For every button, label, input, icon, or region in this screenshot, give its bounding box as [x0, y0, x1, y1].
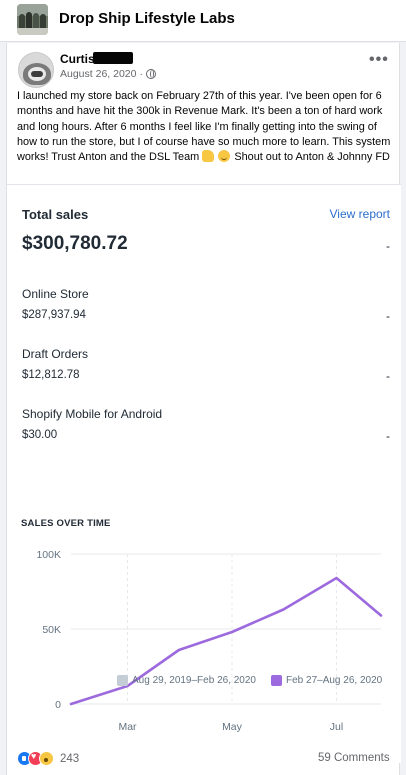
channel-value-shopify-mobile: $30.00 [22, 429, 58, 441]
group-header: Drop Ship Lifestyle Labs [0, 0, 406, 42]
post-card: Curtis August 26, 2020 · ••• I launched … [6, 43, 401, 775]
legend-item-current-period[interactable]: Feb 27–Aug 26, 2020 [271, 675, 382, 686]
legend-label-current: Feb 27–Aug 26, 2020 [286, 675, 383, 686]
total-sales-title: Total sales [22, 207, 89, 222]
channel-label-online-store: Online Store [22, 287, 89, 301]
author-name[interactable]: Curtis [60, 52, 95, 66]
wow-reaction-icon [39, 751, 54, 766]
group-name[interactable]: Drop Ship Lifestyle Labs [59, 10, 235, 27]
chart-legend: Aug 29, 2019–Feb 26, 2020 Feb 27–Aug 26,… [0, 675, 406, 689]
comments-count-link[interactable]: 59 Comments [318, 752, 390, 764]
channel-label-draft-orders: Draft Orders [22, 347, 89, 361]
sales-over-time-chart: 100K 50K 0 Mar May Jul [36, 549, 383, 733]
channel-value-draft-orders: $12,812.78 [22, 369, 80, 381]
post-date[interactable]: August 26, 2020 [60, 68, 136, 80]
channel-change-shopify-mobile: - [386, 429, 390, 443]
view-report-link[interactable]: View report [330, 207, 390, 221]
reaction-count: 243 [60, 752, 80, 765]
post-meta: August 26, 2020 · [60, 68, 156, 80]
reactions-summary[interactable]: 243 [17, 751, 79, 766]
author-avatar[interactable] [18, 52, 54, 88]
channel-label-shopify-mobile: Shopify Mobile for Android [22, 407, 163, 421]
channel-change-draft-orders: - [386, 369, 390, 383]
x-tick-label: May [222, 721, 243, 733]
post-body-tail: Shout out to Anton & Johnny FD [234, 151, 390, 164]
group-cover-thumbnail[interactable] [17, 4, 48, 35]
total-sales-amount: $300,780.72 [22, 233, 128, 254]
more-options-icon[interactable]: ••• [369, 52, 389, 68]
y-tick-label: 50K [42, 624, 61, 636]
total-change-indicator: - [386, 239, 390, 253]
legend-swatch-current [271, 675, 282, 686]
thumbs-up-emoji-icon [202, 150, 215, 163]
public-globe-icon [145, 69, 156, 79]
legend-label-previous: Aug 29, 2019–Feb 26, 2020 [132, 675, 256, 686]
legend-item-previous-period[interactable]: Aug 29, 2019–Feb 26, 2020 [117, 675, 256, 686]
channel-value-online-store: $287,937.94 [22, 309, 86, 321]
redacted-surname [93, 52, 133, 64]
smiling-face-emoji-icon [218, 150, 231, 163]
y-tick-label: 0 [55, 699, 61, 711]
post-body: I launched my store back on February 27t… [17, 89, 395, 165]
channel-change-online-store: - [386, 309, 390, 323]
x-tick-label: Mar [118, 721, 137, 733]
y-tick-label: 100K [36, 549, 61, 561]
chart-title: SALES OVER TIME [21, 518, 111, 529]
x-tick-label: Jul [330, 721, 343, 733]
legend-swatch-previous [117, 675, 128, 686]
